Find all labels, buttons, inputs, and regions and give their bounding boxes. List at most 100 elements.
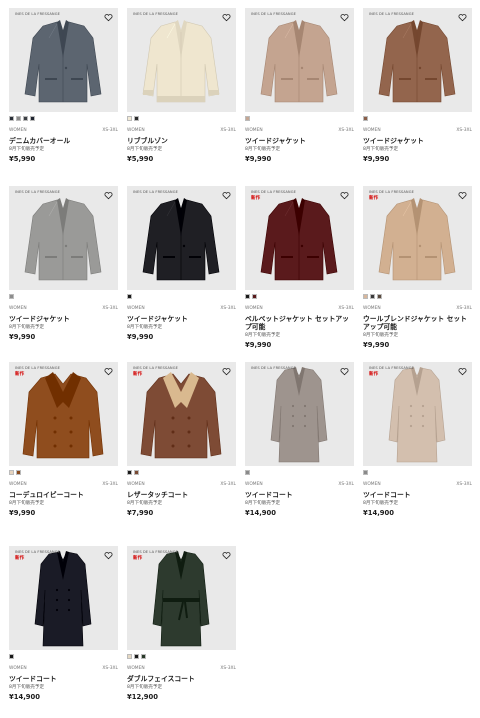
product-card[interactable]: INES DE LA FRESSANGE WOMEN XS-3XL ツイードジャ… — [245, 8, 354, 163]
color-swatch[interactable] — [245, 470, 250, 475]
product-card[interactable]: INES DE LA FRESSANGE WOMEN XS-3XL ツイードジャ… — [363, 8, 472, 163]
color-swatch[interactable] — [9, 116, 14, 121]
color-swatch[interactable] — [245, 294, 250, 299]
product-image[interactable]: INES DE LA FRESSANGE — [127, 186, 236, 290]
heart-outline-icon[interactable] — [104, 13, 113, 22]
product-image[interactable]: INES DE LA FRESSANGE 新作 — [245, 186, 354, 290]
release-note: 8月下旬販売予定 — [9, 685, 45, 690]
color-swatch[interactable] — [363, 470, 368, 475]
product-meta: WOMEN XS-3XL — [9, 128, 118, 134]
product-price: ¥12,900 — [127, 693, 158, 701]
release-note: 8月下旬販売予定 — [245, 147, 281, 152]
heart-outline-icon[interactable] — [104, 551, 113, 560]
product-name[interactable]: ツイードジャケット — [245, 137, 354, 145]
heart-outline-icon[interactable] — [222, 367, 231, 376]
product-image[interactable]: INES DE LA FRESSANGE 新作 — [9, 546, 118, 650]
collab-label: INES DE LA FRESSANGE — [369, 12, 414, 16]
product-name[interactable]: ツイードジャケット — [363, 137, 472, 145]
product-card[interactable]: INES DE LA FRESSANGE WOMEN XS-3XL ツイードジャ… — [9, 186, 118, 349]
product-name[interactable]: レザータッチコート — [127, 491, 236, 499]
color-swatch[interactable] — [127, 116, 132, 121]
product-image[interactable]: INES DE LA FRESSANGE — [127, 8, 236, 112]
product-name[interactable]: ツイードコート — [245, 491, 354, 499]
garment-illustration — [260, 20, 338, 103]
product-image[interactable]: INES DE LA FRESSANGE — [9, 8, 118, 112]
product-image[interactable]: INES DE LA FRESSANGE — [245, 362, 354, 466]
color-swatch[interactable] — [127, 654, 132, 659]
product-card[interactable]: INES DE LA FRESSANGE WOMEN XS-3XL ツイードジャ… — [127, 186, 236, 349]
size-range: XS-3XL — [220, 306, 236, 311]
product-name[interactable]: デニムカバーオール — [9, 137, 118, 145]
color-swatch[interactable] — [141, 654, 146, 659]
product-name[interactable]: コーデュロイピーコート — [9, 491, 118, 499]
heart-outline-icon[interactable] — [104, 191, 113, 200]
heart-outline-icon[interactable] — [222, 551, 231, 560]
product-card[interactable]: INES DE LA FRESSANGE 新作 WOMEN XS-3XL ツイー… — [363, 362, 472, 517]
product-row-4: INES DE LA FRESSANGE 新作 WOMEN XS-3XL ツイー… — [9, 546, 471, 701]
color-swatch[interactable] — [16, 116, 21, 121]
product-name[interactable]: ツイードジャケット — [127, 315, 236, 323]
product-image[interactable]: INES DE LA FRESSANGE — [245, 8, 354, 112]
color-swatch[interactable] — [23, 116, 28, 121]
product-image[interactable]: INES DE LA FRESSANGE 新作 — [9, 362, 118, 466]
garment-illustration — [142, 198, 220, 281]
product-name[interactable]: ベルベットジャケット セットアップ可能 — [245, 315, 354, 331]
product-name[interactable]: ウールブレンドジャケット セットアップ可能 — [363, 315, 472, 331]
size-range: XS-3XL — [456, 482, 472, 487]
product-card[interactable]: INES DE LA FRESSANGE 新作 WOMEN XS-3XL レザー… — [127, 362, 236, 517]
heart-outline-icon[interactable] — [340, 13, 349, 22]
heart-outline-icon[interactable] — [104, 367, 113, 376]
product-card[interactable]: INES DE LA FRESSANGE 新作 WOMEN XS-3XL ベルベ… — [245, 186, 354, 349]
heart-outline-icon[interactable] — [340, 367, 349, 376]
product-image[interactable]: INES DE LA FRESSANGE 新作 — [363, 186, 472, 290]
color-swatches — [127, 116, 236, 126]
color-swatch[interactable] — [9, 294, 14, 299]
product-name[interactable]: ツイードコート — [363, 491, 472, 499]
product-card[interactable]: INES DE LA FRESSANGE 新作 WOMEN XS-3XL ウール… — [363, 186, 472, 349]
product-card[interactable]: INES DE LA FRESSANGE WOMEN XS-3XL リブブルゾン… — [127, 8, 236, 163]
product-name[interactable]: ツイードジャケット — [9, 315, 118, 323]
product-card[interactable]: INES DE LA FRESSANGE 新作 WOMEN XS-3XL コーデ… — [9, 362, 118, 517]
color-swatch[interactable] — [245, 116, 250, 121]
color-swatch[interactable] — [252, 294, 257, 299]
color-swatch[interactable] — [363, 294, 368, 299]
color-swatch[interactable] — [134, 654, 139, 659]
release-note: 8月下旬販売予定 — [127, 501, 163, 506]
heart-outline-icon[interactable] — [222, 191, 231, 200]
color-swatch[interactable] — [127, 470, 132, 475]
product-image[interactable]: INES DE LA FRESSANGE — [9, 186, 118, 290]
color-swatch[interactable] — [9, 654, 14, 659]
product-price: ¥9,990 — [245, 341, 272, 349]
color-swatch[interactable] — [30, 116, 35, 121]
color-swatch[interactable] — [363, 116, 368, 121]
collab-label: INES DE LA FRESSANGE — [133, 366, 178, 370]
product-image[interactable]: INES DE LA FRESSANGE — [363, 8, 472, 112]
product-price: ¥9,990 — [363, 341, 390, 349]
product-image[interactable]: INES DE LA FRESSANGE 新作 — [127, 362, 236, 466]
product-image[interactable]: INES DE LA FRESSANGE 新作 — [127, 546, 236, 650]
product-card[interactable]: INES DE LA FRESSANGE 新作 WOMEN XS-3XL ダブル… — [127, 546, 236, 701]
heart-outline-icon[interactable] — [222, 13, 231, 22]
collab-label: INES DE LA FRESSANGE — [15, 12, 60, 16]
product-image[interactable]: INES DE LA FRESSANGE 新作 — [363, 362, 472, 466]
gender-label: WOMEN — [9, 306, 27, 311]
new-badge: 新作 — [369, 196, 379, 201]
product-name[interactable]: リブブルゾン — [127, 137, 236, 145]
color-swatch[interactable] — [370, 294, 375, 299]
color-swatch[interactable] — [16, 470, 21, 475]
heart-outline-icon[interactable] — [458, 13, 467, 22]
color-swatch[interactable] — [377, 294, 382, 299]
color-swatch[interactable] — [9, 470, 14, 475]
product-card[interactable]: INES DE LA FRESSANGE 新作 WOMEN XS-3XL ツイー… — [9, 546, 118, 701]
color-swatch[interactable] — [134, 116, 139, 121]
product-card[interactable]: INES DE LA FRESSANGE WOMEN XS-3XL デニムカバー… — [9, 8, 118, 163]
release-note: 8月下旬販売予定 — [245, 501, 281, 506]
heart-outline-icon[interactable] — [340, 191, 349, 200]
heart-outline-icon[interactable] — [458, 191, 467, 200]
product-card[interactable]: INES DE LA FRESSANGE WOMEN XS-3XL ツイードコー… — [245, 362, 354, 517]
product-name[interactable]: ツイードコート — [9, 675, 118, 683]
color-swatch[interactable] — [134, 470, 139, 475]
heart-outline-icon[interactable] — [458, 367, 467, 376]
product-name[interactable]: ダブルフェイスコート — [127, 675, 236, 683]
color-swatch[interactable] — [127, 294, 132, 299]
